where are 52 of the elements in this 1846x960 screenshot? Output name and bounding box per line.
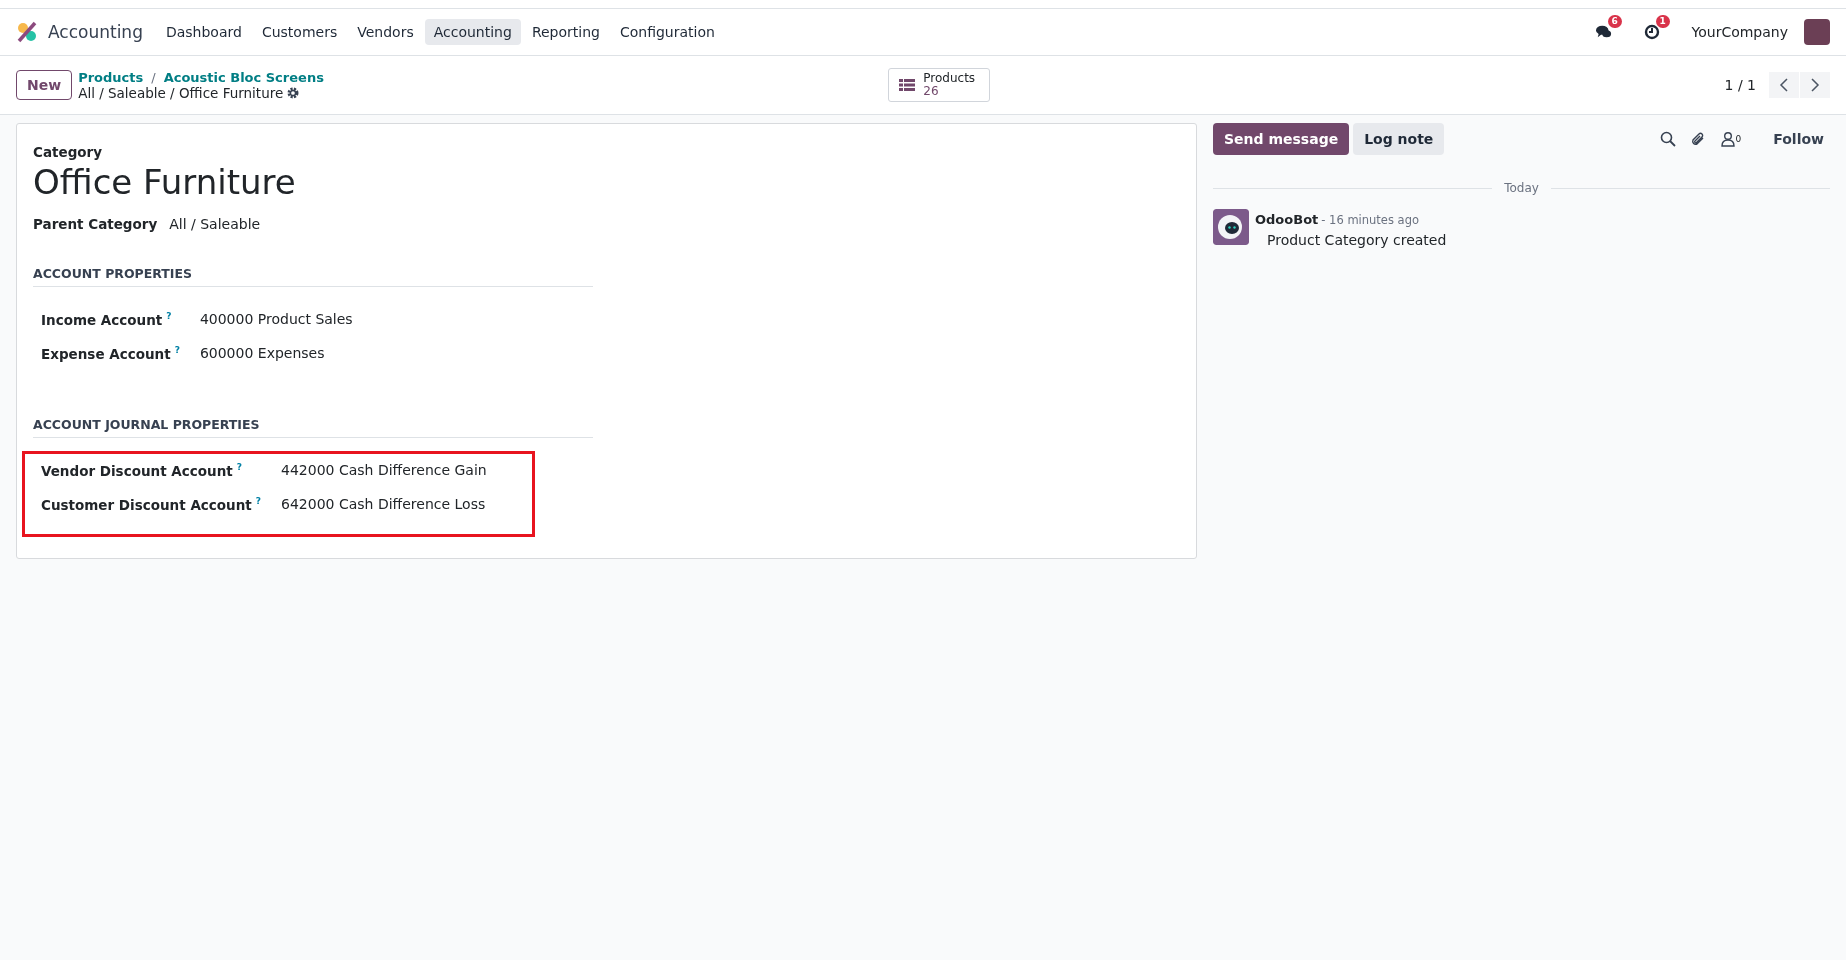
company-name[interactable]: YourCompany: [1691, 24, 1788, 40]
menu-item[interactable]: Configuration: [610, 19, 724, 45]
search-icon[interactable]: [1659, 131, 1676, 147]
field-value[interactable]: 442000 Cash Difference Gain: [281, 462, 487, 479]
field-label: Vendor Discount Account $^{?}$: [41, 462, 243, 479]
field-label: Expense Account $^{?}$: [41, 344, 180, 361]
field-value[interactable]: All / Saleable: [169, 216, 261, 232]
list-icon: [899, 77, 916, 93]
field-label: Customer Discount Account $^{?}$: [41, 495, 262, 512]
products-smart-button[interactable]: Products 26: [888, 68, 991, 102]
previous-button[interactable]: [1769, 72, 1799, 98]
paperclip-icon[interactable]: [1689, 131, 1706, 147]
activity-count-badge: 1: [1655, 15, 1670, 28]
follower-count: 0: [1735, 134, 1742, 144]
message-author[interactable]: OdooBot: [1255, 212, 1319, 227]
follow-button[interactable]: Follow: [1767, 130, 1830, 148]
settings-icon[interactable]: [287, 86, 300, 99]
field-value[interactable]: 600000 Expenses: [199, 344, 353, 361]
new-button[interactable]: New: [16, 70, 73, 100]
app-name[interactable]: Accounting: [48, 22, 143, 42]
menu-item[interactable]: Customers: [252, 19, 347, 45]
next-button[interactable]: [1800, 72, 1830, 98]
chevron-right-icon: [1810, 78, 1820, 92]
message-count-badge: 6: [1607, 15, 1622, 28]
user-icon[interactable]: [1719, 131, 1736, 147]
menu-item[interactable]: Dashboard: [156, 19, 251, 45]
message-time: - 16 minutes ago: [1321, 213, 1419, 227]
category-label: Category: [33, 144, 104, 160]
log-note-button[interactable]: Log note: [1353, 123, 1445, 155]
field-label: Income Account $^{?}$: [41, 311, 173, 328]
section-title: ACCOUNT PROPERTIES: [33, 266, 593, 287]
app-logo-icon[interactable]: [16, 21, 38, 43]
chevron-left-icon: [1779, 78, 1789, 92]
breadcrumb-link[interactable]: Products: [78, 69, 144, 85]
field-value[interactable]: 400000 Product Sales: [199, 311, 353, 328]
menu-item[interactable]: Reporting: [522, 19, 609, 45]
field-label: Parent Category: [33, 216, 158, 232]
breadcrumb-link[interactable]: Acoustic Bloc Screens: [163, 69, 324, 85]
section-title: ACCOUNT JOURNAL PROPERTIES: [33, 417, 593, 438]
record-path: All / Saleable / Office Furniture: [78, 84, 284, 101]
field-value[interactable]: 642000 Cash Difference Loss: [281, 495, 487, 512]
pager-value: 1 / 1: [1724, 77, 1756, 93]
category-name[interactable]: Office Furniture: [33, 162, 1180, 202]
breadcrumb-separator: /: [151, 69, 156, 85]
bot-avatar-icon: [1213, 209, 1249, 245]
chat-icon[interactable]: [1595, 24, 1612, 40]
menu-item[interactable]: Vendors: [348, 19, 423, 45]
date-separator: Today: [1504, 181, 1539, 195]
clock-icon[interactable]: [1643, 24, 1660, 40]
menu-item[interactable]: Accounting: [424, 19, 521, 45]
message-body: Product Category created: [1267, 232, 1447, 248]
send-message-button[interactable]: Send message: [1213, 123, 1350, 155]
